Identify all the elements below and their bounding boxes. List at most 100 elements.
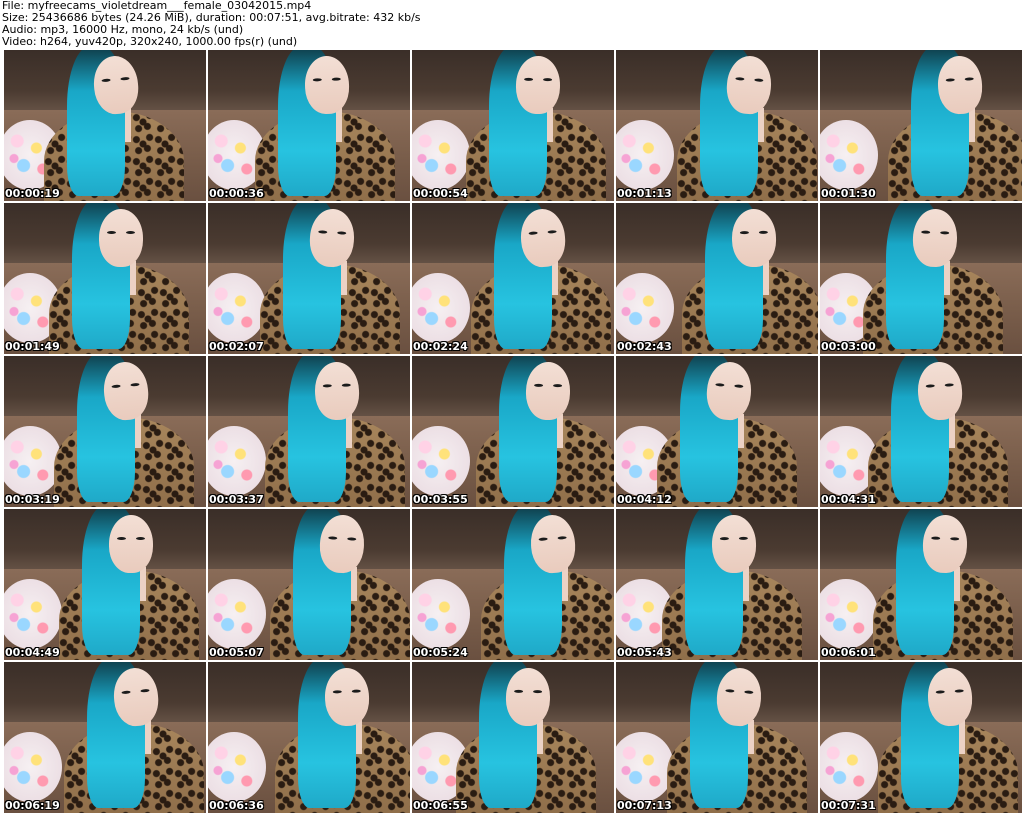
thumbnail-timestamp: 00:05:07 [209,646,264,659]
grid-spacer [0,50,2,201]
video-thumbnail: 00:01:30 [820,50,1022,201]
video-thumbnail: 00:05:07 [208,509,410,660]
left-eye [524,77,534,81]
left-eye [322,384,332,388]
right-eye [744,690,754,694]
left-eye [538,537,548,541]
face [109,515,153,573]
face [731,208,777,268]
right-eye [758,230,768,234]
video-thumbnail: 00:07:31 [820,662,1022,813]
right-eye [140,688,150,693]
left-eye [719,537,729,541]
video-thumbnail: 00:05:24 [412,509,614,660]
left-eye [735,77,745,81]
thumbnail-timestamp: 00:02:24 [413,340,468,353]
grid-spacer [0,203,2,354]
thumbnail-timestamp: 00:07:31 [821,799,876,812]
thumbnail-timestamp: 00:03:19 [5,493,60,506]
left-eye [925,384,935,388]
left-eye [332,690,342,694]
video-thumbnail: 00:00:54 [412,50,614,201]
thumbnail-timestamp: 00:00:36 [209,187,264,200]
video-thumbnail: 00:03:37 [208,356,410,507]
video-thumbnail: 00:04:31 [820,356,1022,507]
right-eye [337,231,347,235]
video-thumbnail: 00:04:12 [616,356,818,507]
thumbnail-grid: 00:00:19 00:00:36 00:00:54 00:01:13 00:01:30… [0,50,1024,813]
face [711,514,757,574]
face [505,667,551,727]
right-eye [347,537,357,541]
left-eye [739,231,749,235]
right-eye [738,536,748,540]
left-eye [931,536,941,540]
video-thumbnail: 00:01:13 [616,50,818,201]
face [515,55,561,115]
right-eye [130,382,140,387]
video-thumbnail: 00:06:36 [208,662,410,813]
left-eye [117,537,126,540]
right-eye [950,537,960,541]
left-eye [725,689,735,693]
right-eye [940,231,950,235]
right-eye [533,690,543,694]
video-thumbnail: 00:03:19 [4,356,206,507]
thumbnail-timestamp: 00:04:12 [617,493,672,506]
face [525,361,571,421]
left-eye [101,78,111,83]
right-eye [964,77,974,81]
left-eye [528,231,538,235]
video-thumbnail: 00:00:19 [4,50,206,201]
grid-spacer [0,662,2,813]
file-info-header: File: myfreecams_violetdream___female_03… [0,0,1024,50]
video-thumbnail: 00:06:01 [820,509,1022,660]
thumbnail-timestamp: 00:01:30 [821,187,876,200]
right-eye [547,230,557,234]
thumbnail-timestamp: 00:05:43 [617,646,672,659]
video-thumbnail: 00:02:07 [208,203,410,354]
thumbnail-timestamp: 00:02:43 [617,340,672,353]
right-eye [754,78,764,82]
face [99,209,143,267]
left-eye [111,384,121,389]
right-eye [341,383,351,387]
right-eye [553,384,563,388]
video-thumbnail: 00:04:49 [4,509,206,660]
thumbnail-timestamp: 00:00:19 [5,187,60,200]
right-eye [331,77,341,81]
video-thumbnail: 00:01:49 [4,203,206,354]
video-thumbnail: 00:05:43 [616,509,818,660]
right-eye [557,536,567,540]
thumbnail-timestamp: 00:02:07 [209,340,264,353]
video-thumbnail: 00:03:00 [820,203,1022,354]
left-eye [107,231,116,234]
left-eye [121,690,131,695]
video-thumbnail: 00:00:36 [208,50,410,201]
thumbnail-timestamp: 00:00:54 [413,187,468,200]
thumbnail-timestamp: 00:06:36 [209,799,264,812]
right-eye [351,689,361,693]
thumbnail-timestamp: 00:01:49 [5,340,60,353]
thumbnail-timestamp: 00:04:49 [5,646,60,659]
thumbnail-timestamp: 00:07:13 [617,799,672,812]
thumbnail-timestamp: 00:03:55 [413,493,468,506]
video-thumbnail: 00:06:55 [412,662,614,813]
video-thumbnail: 00:07:13 [616,662,818,813]
left-eye [945,78,955,82]
grid-spacer [0,356,2,507]
video-thumbnail: 00:03:55 [412,356,614,507]
left-eye [921,230,931,234]
video-thumbnail: 00:06:19 [4,662,206,813]
left-eye [514,689,524,693]
left-eye [534,383,544,387]
thumbnail-timestamp: 00:06:01 [821,646,876,659]
left-eye [312,78,322,82]
left-eye [715,383,725,387]
left-eye [318,230,328,234]
video-thumbnail: 00:02:43 [616,203,818,354]
left-eye [328,536,338,540]
right-eye [126,231,135,234]
thumbnail-timestamp: 00:04:31 [821,493,876,506]
thumbnail-timestamp: 00:05:24 [413,646,468,659]
